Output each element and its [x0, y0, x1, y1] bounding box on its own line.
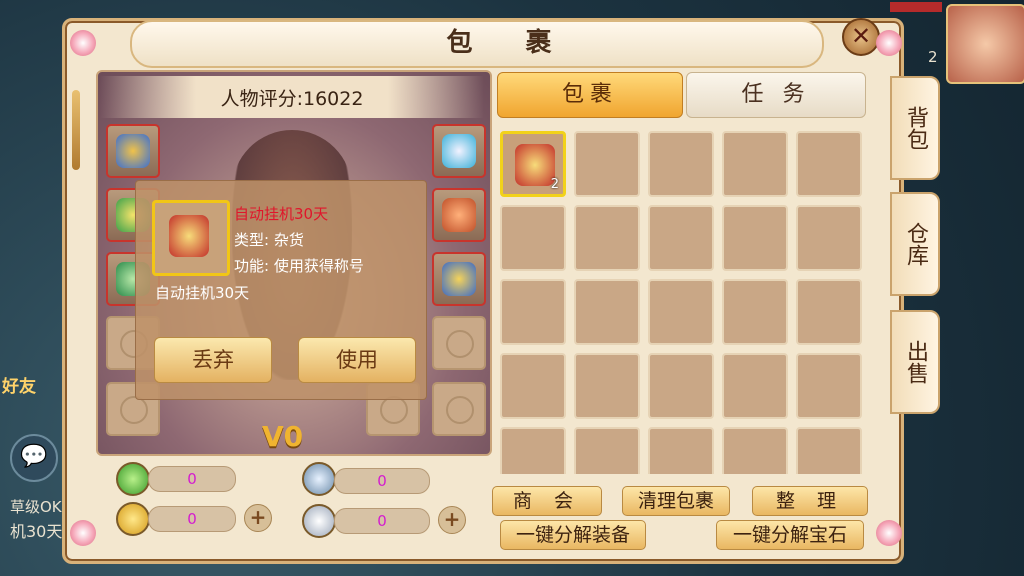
close-icon[interactable]: ✕ [842, 18, 880, 56]
gold-bar: 0 [148, 506, 236, 532]
flower-ornament-icon [876, 30, 902, 56]
exp-bar: 0 [148, 466, 236, 492]
bag-slot[interactable] [574, 279, 640, 345]
chain-icon [446, 396, 474, 424]
sword-value: 0 [377, 472, 387, 490]
gold-value: 0 [187, 510, 197, 528]
tab-tasks[interactable]: 任 务 [686, 72, 866, 118]
scroll-icon [515, 144, 555, 186]
bag-slot[interactable] [574, 353, 640, 419]
hp-bar [890, 2, 942, 12]
gold-ingot-icon [116, 502, 150, 536]
bag-slot[interactable] [500, 205, 566, 271]
window-title: 包 裹 [446, 28, 574, 58]
silver-value: 0 [377, 512, 387, 530]
scroll-icon [169, 215, 209, 257]
bag-slot[interactable] [722, 353, 788, 419]
add-silver-button[interactable]: + [438, 506, 466, 534]
bag-grid: 2 [498, 128, 868, 474]
tab-bag[interactable]: 包裹 [497, 72, 683, 118]
item-tooltip-icon [152, 200, 230, 276]
equip-slot-weapon[interactable] [106, 124, 160, 178]
decompose-equipment-button[interactable]: 一键分解装备 [500, 520, 646, 550]
equip-slot-empty[interactable] [432, 382, 486, 436]
silver-coin-icon [302, 504, 336, 538]
weapon-icon [116, 134, 150, 168]
bag-slot[interactable] [500, 427, 566, 474]
item-count: 2 [550, 177, 559, 192]
flower-ornament-icon [876, 520, 902, 546]
bag-slot[interactable] [796, 427, 862, 474]
bag-slot[interactable] [796, 131, 862, 197]
helmet-icon [442, 134, 476, 168]
discard-button[interactable]: 丢弃 [154, 337, 272, 383]
tassel-ornament [72, 90, 80, 170]
chain-icon [380, 396, 408, 424]
clean-bag-button[interactable]: 清理包裹 [622, 486, 730, 516]
item-type: 类型: 杂货 [234, 231, 304, 249]
exp-value: 0 [187, 470, 197, 488]
chain-icon [446, 330, 474, 358]
silver-bar: 0 [334, 508, 430, 534]
side-tab-backpack[interactable]: 背包 [890, 76, 940, 180]
bag-slot[interactable] [500, 353, 566, 419]
boots-icon [442, 262, 476, 296]
friends-label[interactable]: 好友 [2, 372, 42, 397]
exp-icon [116, 462, 150, 496]
vip-level: V0 [262, 420, 304, 453]
equip-slot-necklace[interactable] [432, 188, 486, 242]
player-avatar[interactable] [946, 4, 1024, 84]
side-tab-warehouse[interactable]: 仓库 [890, 192, 940, 296]
bag-slot[interactable] [500, 279, 566, 345]
bag-slot[interactable] [722, 131, 788, 197]
bag-slot[interactable]: 2 [500, 131, 566, 197]
add-gold-button[interactable]: + [244, 504, 272, 532]
item-function: 功能: 使用获得称号 [234, 257, 364, 275]
bag-slot[interactable] [722, 205, 788, 271]
bag-slot[interactable] [648, 205, 714, 271]
character-score: 人物评分:16022 [220, 88, 364, 110]
bag-slot[interactable] [796, 353, 862, 419]
equip-slot-empty[interactable] [432, 316, 486, 370]
status-label: 草级OK [10, 498, 62, 516]
chain-icon [120, 396, 148, 424]
bag-slot[interactable] [796, 279, 862, 345]
flower-ornament-icon [70, 520, 96, 546]
use-button[interactable]: 使用 [298, 337, 416, 383]
bag-slot[interactable] [648, 353, 714, 419]
item-description: 自动挂机30天 [155, 284, 250, 302]
bag-slot[interactable] [574, 131, 640, 197]
flower-ornament-icon [70, 30, 96, 56]
bag-slot[interactable] [648, 427, 714, 474]
bag-slot[interactable] [722, 427, 788, 474]
bag-slot[interactable] [648, 279, 714, 345]
sort-button[interactable]: 整 理 [752, 486, 868, 516]
sword-bar: 0 [334, 468, 430, 494]
hud-bottom-text: 机30天 [10, 522, 63, 541]
necklace-icon [442, 198, 476, 232]
bag-slot[interactable] [648, 131, 714, 197]
level-number: 2 [928, 48, 938, 66]
chat-icon[interactable]: 💬 [10, 434, 58, 482]
item-name: 自动挂机30天 [234, 205, 329, 223]
side-tab-sell[interactable]: 出售 [890, 310, 940, 414]
decompose-gem-button[interactable]: 一键分解宝石 [716, 520, 864, 550]
shop-button[interactable]: 商 会 [492, 486, 602, 516]
sword-icon [302, 462, 336, 496]
bag-slot[interactable] [574, 427, 640, 474]
bag-slot[interactable] [796, 205, 862, 271]
bag-slot[interactable] [574, 205, 640, 271]
bag-slot[interactable] [722, 279, 788, 345]
equip-slot-helmet[interactable] [432, 124, 486, 178]
equip-slot-boots[interactable] [432, 252, 486, 306]
